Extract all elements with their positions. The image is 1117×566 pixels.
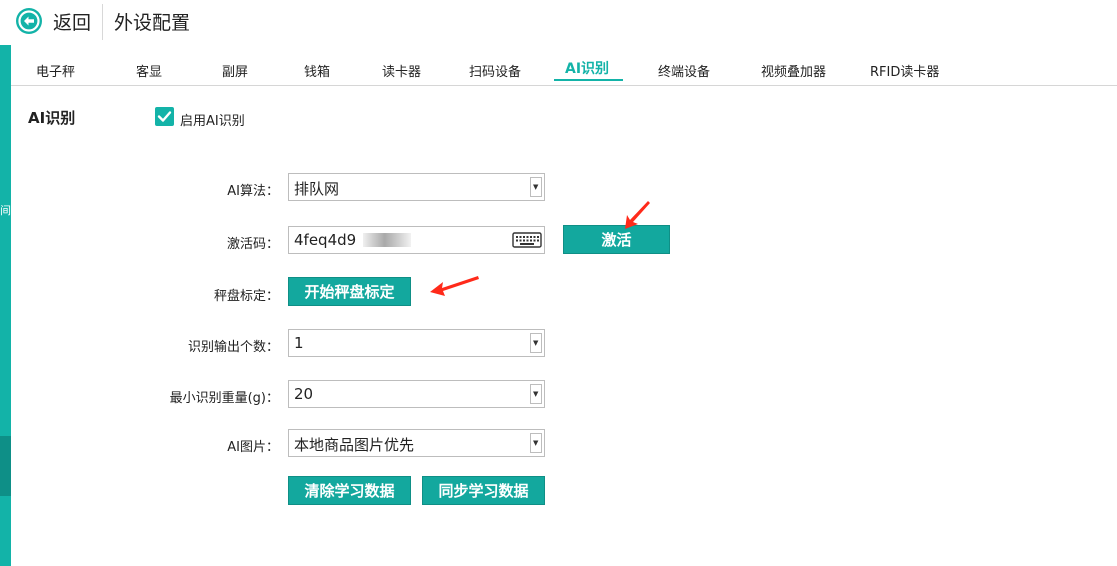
- section-title: AI识别: [28, 109, 76, 127]
- chevron-down-icon: ▼: [533, 439, 539, 447]
- tab-cash-drawer[interactable]: 钱箱: [304, 61, 330, 80]
- min-weight-label: 最小识别重量(g)：: [169, 391, 279, 406]
- min-weight-select[interactable]: 20 ▼: [288, 380, 545, 408]
- tab-ai-recognition[interactable]: AI识别: [565, 58, 609, 78]
- clear-learning-data-button[interactable]: 清除学习数据: [288, 476, 411, 505]
- min-weight-value: 20: [294, 385, 314, 403]
- algorithm-select[interactable]: 排队网 ▼: [288, 173, 545, 201]
- activation-code-input[interactable]: 4feq4d9: [288, 226, 545, 254]
- activation-label: 激活码：: [226, 237, 279, 252]
- tab-card-reader[interactable]: 读卡器: [382, 61, 421, 80]
- enable-ai-checkbox[interactable]: [155, 107, 174, 126]
- algorithm-label: AI算法：: [227, 184, 279, 199]
- left-sidebar-partial-text: 间: [0, 204, 11, 217]
- ai-image-value: 本地商品图片优先: [294, 436, 415, 454]
- tab-terminal-device[interactable]: 终端设备: [658, 61, 710, 80]
- output-count-value: 1: [294, 334, 304, 352]
- chevron-down-icon: ▼: [533, 339, 539, 347]
- tab-scanner[interactable]: 扫码设备: [469, 61, 521, 80]
- ai-image-label: AI图片：: [227, 440, 279, 455]
- back-button[interactable]: [16, 8, 42, 34]
- ai-image-dropdown-button[interactable]: ▼: [530, 433, 542, 453]
- checkmark-icon: [157, 111, 172, 122]
- page-title: 外设配置: [114, 12, 191, 34]
- enable-ai-label[interactable]: 启用AI识别: [180, 110, 245, 129]
- start-calibration-button[interactable]: 开始秤盘标定: [288, 277, 411, 306]
- tab-secondary-screen[interactable]: 副屏: [222, 61, 248, 80]
- tab-scale[interactable]: 电子秤: [36, 61, 75, 80]
- sync-learning-data-button[interactable]: 同步学习数据: [422, 476, 545, 505]
- algorithm-value: 排队网: [294, 180, 340, 198]
- left-sidebar-highlight: [0, 436, 11, 496]
- tab-customer-display[interactable]: 客显: [136, 61, 162, 80]
- algorithm-dropdown-button[interactable]: ▼: [530, 177, 542, 197]
- activation-code-value: 4feq4d9: [294, 231, 357, 249]
- back-label[interactable]: 返回: [53, 8, 91, 35]
- red-arrow-annotation: [430, 276, 479, 296]
- output-count-label: 识别输出个数：: [187, 340, 279, 355]
- back-arrow-icon: [18, 10, 40, 32]
- min-weight-dropdown-button[interactable]: ▼: [530, 384, 542, 404]
- ai-image-select[interactable]: 本地商品图片优先 ▼: [288, 429, 545, 457]
- keyboard-button[interactable]: [512, 229, 542, 251]
- chevron-down-icon: ▼: [533, 183, 539, 191]
- header-divider: [102, 4, 103, 40]
- calibration-label: 秤盘标定：: [213, 289, 279, 304]
- redacted-blur: [363, 233, 411, 247]
- tab-video-overlay[interactable]: 视频叠加器: [761, 61, 826, 80]
- red-arrow-annotation: [625, 201, 650, 229]
- output-count-dropdown-button[interactable]: ▼: [530, 333, 542, 353]
- tab-rfid-reader[interactable]: RFID读卡器: [870, 61, 939, 80]
- active-tab-underline: [554, 79, 623, 81]
- top-bar: 返回 外设配置: [0, 0, 1117, 42]
- chevron-down-icon: ▼: [533, 390, 539, 398]
- output-count-select[interactable]: 1 ▼: [288, 329, 545, 357]
- keyboard-icon: [512, 232, 542, 248]
